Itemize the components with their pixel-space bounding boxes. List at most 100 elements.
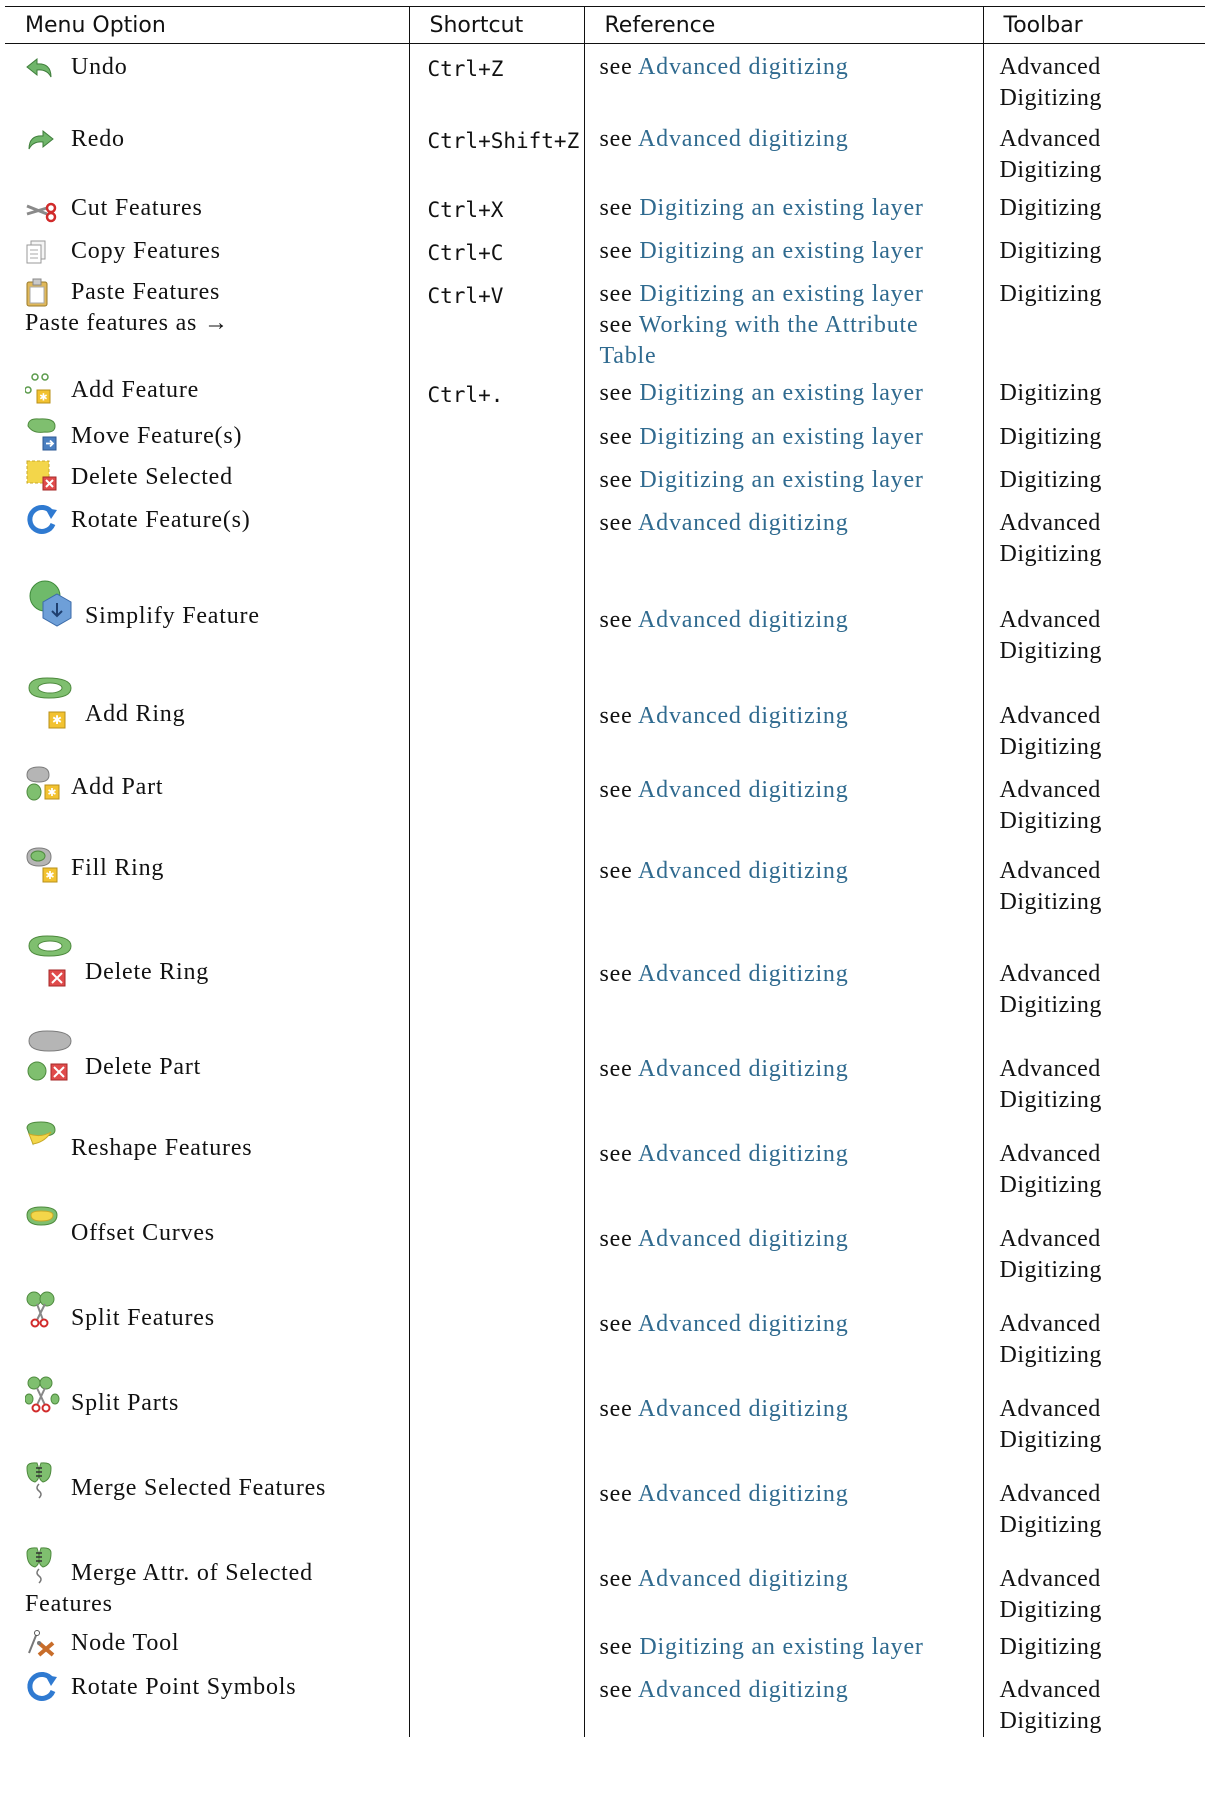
reference-link[interactable]: Digitizing an existing layer [639,380,923,406]
reference-prefix: see [599,194,633,221]
shortcut-text: Ctrl+C [427,240,504,265]
toolbar-cell: Advanced Digitizing [982,762,1205,844]
delete-selected-icon [25,459,65,493]
shortcut-cell [408,925,584,1021]
shortcut-cell [408,1668,584,1737]
reference-link[interactable]: Digitizing an existing layer [639,424,923,450]
reference-link[interactable]: Digitizing an existing layer [639,238,923,264]
delete-part-icon [25,1027,79,1083]
menu-option-label: Move Feature(s) [71,422,243,449]
reference-link[interactable]: Working with the Attribute Table [600,312,919,369]
reference-cell: see Digitizing an existing layer [583,1625,983,1669]
reference-link[interactable]: Advanced digitizing [638,1141,848,1167]
table-row: Merge Attr. of Selected Features see Adv… [5,1540,1205,1626]
table-row: Split Parts see Advanced digitizing Adva… [5,1370,1205,1456]
table-row: Undo Ctrl+Z see Advanced digitizing Adva… [5,43,1205,116]
reference-cell: see Digitizing an existing layer see Wor… [583,272,983,372]
toolbar-cell: Digitizing [982,272,1205,372]
merge-features-icon [25,1460,65,1504]
reference-prefix: see [599,606,633,633]
toolbar-name: Advanced Digitizing [999,1395,1102,1453]
shortcut-cell [408,1370,584,1456]
reference-link[interactable]: Advanced digitizing [638,858,848,884]
menu-option-cell: Delete Part [5,1021,409,1116]
menu-option-label: Copy Features [71,237,221,264]
reference-prefix: see [599,311,633,338]
reference-link[interactable]: Advanced digitizing [638,961,848,987]
table-row: Merge Selected Features see Advanced dig… [5,1455,1205,1541]
offset-curves-icon [25,1205,65,1249]
reference-prefix: see [599,280,633,307]
toolbar-cell: Digitizing [982,1625,1205,1669]
reference-link[interactable]: Digitizing an existing layer [639,467,923,493]
shortcut-text [410,502,584,510]
rotate-feature-icon [25,502,65,536]
reference-link[interactable]: Advanced digitizing [638,607,848,633]
reference-link[interactable]: Advanced digitizing [638,1566,848,1592]
menu-option-cell: ✱ Fill Ring [5,844,409,926]
reference-link[interactable]: Advanced digitizing [638,703,848,729]
add-ring-icon: ✱ [25,674,79,730]
menu-option-cell: Rotate Point Symbols [5,1669,409,1737]
reference-cell: see Advanced digitizing [583,573,983,668]
shortcut-text [410,459,584,467]
reference-cell: see Advanced digitizing [583,667,983,763]
reference-link[interactable]: Digitizing an existing layer [639,1634,923,1660]
toolbar-name: Advanced Digitizing [999,1055,1102,1113]
svg-text:✱: ✱ [45,869,54,882]
reference-link[interactable]: Advanced digitizing [638,777,848,803]
reference-link[interactable]: Advanced digitizing [638,1226,848,1252]
reference-prefix: see [599,125,633,152]
column-header: Reference [583,6,983,44]
toolbar-name: Advanced Digitizing [999,54,1102,111]
reference-link[interactable]: Advanced digitizing [638,126,848,152]
toolbar-cell: Advanced Digitizing [982,501,1205,574]
add-part-icon: ✱ [25,765,65,803]
toolbar-name: Advanced Digitizing [999,509,1102,567]
toolbar-name: Digitizing [999,280,1102,307]
reference-prefix: see [599,857,633,884]
reference-cell: see Advanced digitizing [583,43,983,116]
table-row: Rotate Feature(s) see Advanced digitizin… [5,501,1205,574]
reference-link[interactable]: Digitizing an existing layer [639,281,923,307]
table-row: ✱ Add Feature Ctrl+. see Digitizing an e… [5,371,1205,416]
menu-option-label: Split Parts [71,1389,180,1416]
menu-option-cell: ✱ Add Feature [5,372,409,416]
reference-link[interactable]: Advanced digitizing [638,1311,848,1337]
toolbar-cell: Advanced Digitizing [982,573,1205,668]
reference-prefix: see [599,1480,633,1507]
reference-link[interactable]: Advanced digitizing [638,54,848,80]
table-row: Redo Ctrl+Shift+Z see Advanced digitizin… [5,115,1205,187]
reference-cell: see Digitizing an existing layer [583,371,983,416]
copy-icon [25,239,65,267]
reference-prefix: see [599,1310,633,1337]
reference-link[interactable]: Digitizing an existing layer [639,195,923,221]
redo-icon [25,129,65,155]
shortcut-cell: Ctrl+. [408,371,584,416]
toolbar-cell: Advanced Digitizing [982,925,1205,1021]
menu-option-cell: Redo [5,116,409,187]
reference-link[interactable]: Advanced digitizing [638,1056,848,1082]
toolbar-name: Digitizing [999,423,1102,450]
reference-prefix: see [599,1055,633,1082]
menu-option-cell: ✱ Add Ring [5,668,409,763]
reference-prefix: see [599,1225,633,1252]
paste-icon [25,278,65,308]
menu-option-label: Offset Curves [71,1219,215,1246]
table-row: Copy Features Ctrl+C see Digitizing an e… [5,229,1205,273]
svg-text:✱: ✱ [39,392,47,403]
reference-cell: see Advanced digitizing [583,1115,983,1201]
reference-prefix: see [599,1633,633,1660]
reference-link[interactable]: Advanced digitizing [638,1677,848,1703]
toolbar-cell: Advanced Digitizing [982,1200,1205,1286]
menu-option-label: Delete Selected [71,463,233,490]
toolbar-cell: Advanced Digitizing [982,115,1205,187]
menu-option-cell: Node Tool [5,1626,409,1669]
reference-link[interactable]: Advanced digitizing [638,510,848,536]
cut-icon [25,200,65,224]
paste-as-label[interactable]: Paste features as → [5,308,409,339]
reference-link[interactable]: Advanced digitizing [638,1481,848,1507]
reference-link[interactable]: Advanced digitizing [638,1396,848,1422]
shortcut-cell [408,762,584,844]
table-row: ✱ Fill Ring see Advanced digitizing Adva… [5,843,1205,926]
